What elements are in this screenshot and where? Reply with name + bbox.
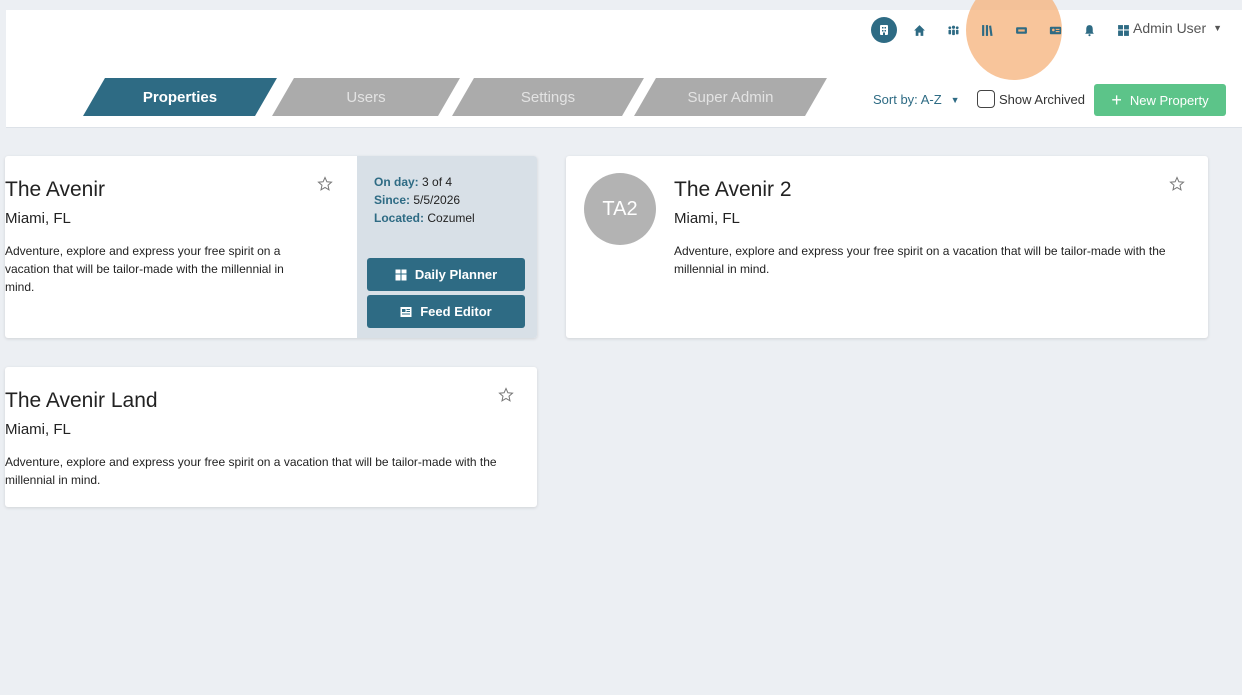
ticket-icon[interactable] — [1009, 18, 1033, 42]
tab-label: Properties — [142, 88, 218, 106]
tab-super-admin[interactable]: Super Admin — [634, 78, 827, 116]
chevron-down-icon: ▼ — [1213, 23, 1223, 33]
daily-planner-button[interactable]: Daily Planner — [367, 258, 525, 291]
tab-label: Settings — [520, 88, 576, 106]
show-archived-checkbox[interactable] — [977, 90, 995, 108]
user-name: Admin User — [1133, 20, 1207, 36]
user-menu[interactable]: Admin User ▼ — [1133, 20, 1222, 36]
library-icon[interactable] — [975, 18, 999, 42]
sort-dropdown[interactable]: Sort by: A-Z ▼ — [873, 92, 960, 107]
sort-label: Sort by: A-Z — [873, 92, 942, 107]
property-location: Miami, FL — [5, 210, 71, 227]
id-card-icon[interactable] — [1043, 18, 1067, 42]
star-icon[interactable] — [498, 387, 514, 403]
property-name: The Avenir — [5, 178, 106, 201]
show-archived-toggle[interactable]: Show Archived — [977, 90, 1085, 108]
property-card[interactable]: The Avenir Miami, FL Adventure, explore … — [5, 156, 537, 338]
dashboard-icon[interactable] — [1111, 18, 1135, 42]
property-location: Miami, FL — [5, 421, 71, 438]
property-side-panel: On day: 3 of 4 Since: 5/5/2026 Located: … — [357, 156, 537, 338]
property-card[interactable]: The Avenir Land Miami, FL Adventure, exp… — [5, 367, 537, 507]
tab-label: Users — [346, 88, 386, 106]
tab-settings[interactable]: Settings — [452, 78, 644, 116]
new-property-button[interactable]: + New Property — [1094, 84, 1226, 116]
property-location: Miami, FL — [674, 210, 740, 227]
feed-editor-button[interactable]: Feed Editor — [367, 295, 525, 328]
planner-icon — [395, 269, 407, 280]
avatar: TA2 — [584, 173, 656, 245]
star-icon[interactable] — [1169, 176, 1185, 192]
tab-properties[interactable]: Properties — [83, 78, 277, 116]
daily-planner-label: Daily Planner — [414, 267, 498, 282]
property-description: Adventure, explore and express your free… — [5, 244, 284, 294]
since-meta: Since: 5/5/2026 — [374, 193, 461, 207]
property-name: The Avenir 2 — [674, 178, 792, 201]
tab-label: Super Admin — [687, 88, 774, 106]
property-name: The Avenir Land — [5, 389, 158, 412]
plus-icon: + — [1111, 90, 1122, 110]
on-day-meta: On day: 3 of 4 — [374, 175, 453, 189]
group-icon[interactable] — [941, 18, 965, 42]
show-archived-label: Show Archived — [999, 91, 1085, 107]
new-property-label: New Property — [1129, 92, 1209, 108]
home-icon[interactable] — [907, 18, 931, 42]
property-description: Adventure, explore and express your free… — [5, 455, 497, 487]
tab-users[interactable]: Users — [272, 78, 460, 116]
property-card[interactable]: TA2 The Avenir 2 Miami, FL Adventure, ex… — [566, 156, 1208, 338]
star-icon[interactable] — [317, 176, 333, 192]
chevron-down-icon: ▼ — [950, 94, 960, 105]
property-description: Adventure, explore and express your free… — [674, 244, 1166, 276]
hotel-icon[interactable] — [871, 17, 897, 43]
feed-editor-label: Feed Editor — [420, 304, 492, 319]
header-icon-bar — [871, 16, 1145, 44]
located-meta: Located: Cozumel — [374, 211, 475, 225]
newspaper-icon — [400, 306, 412, 317]
bell-icon[interactable] — [1077, 18, 1101, 42]
